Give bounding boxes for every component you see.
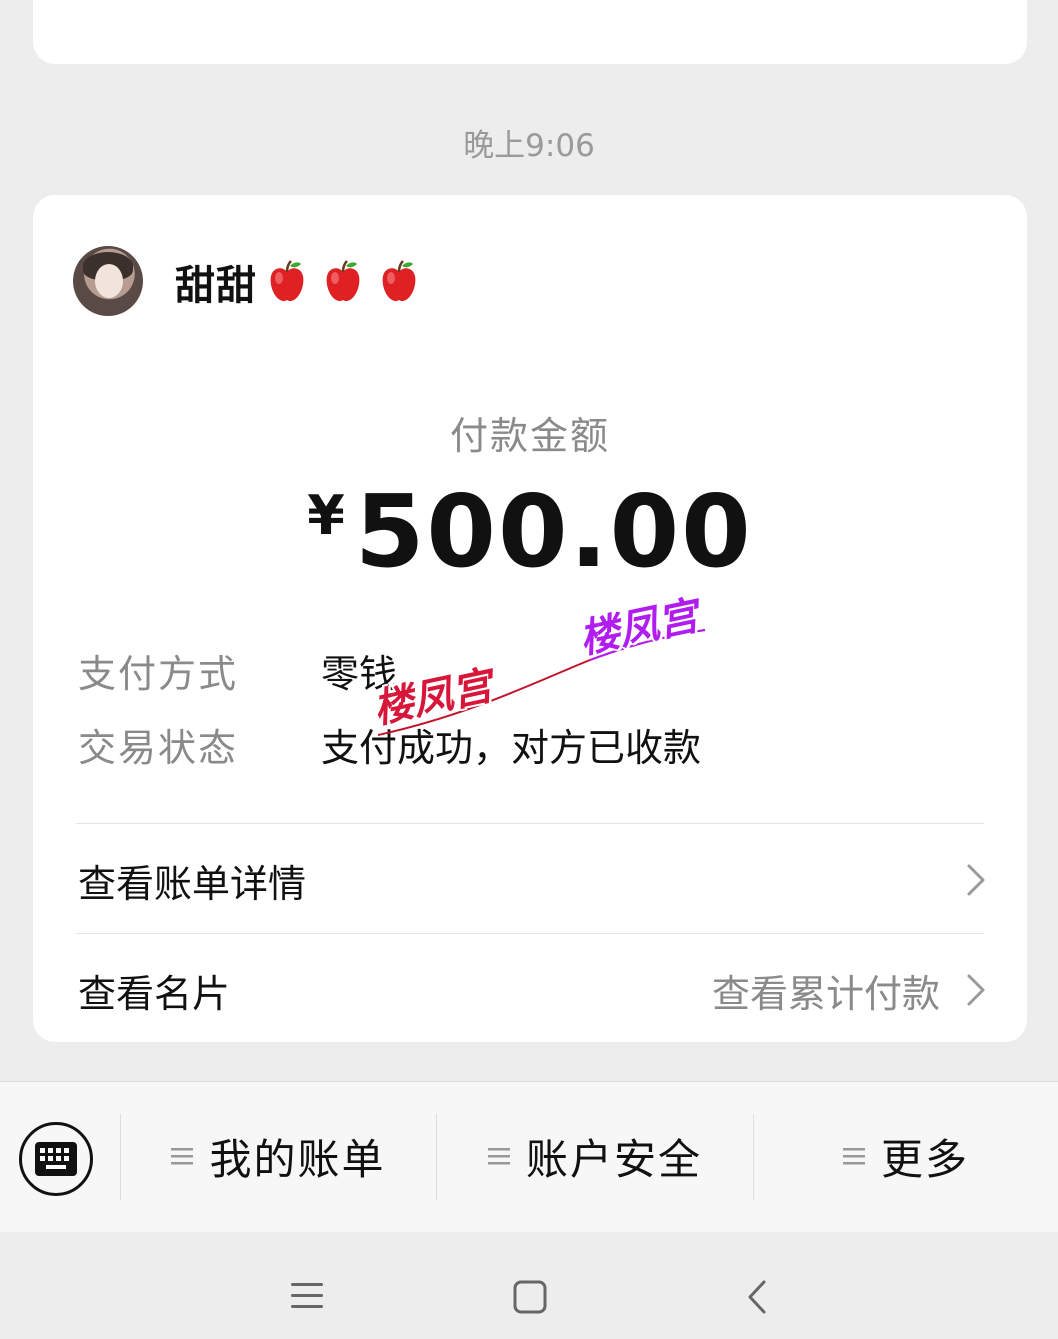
payment-method-row: 支付方式 零钱: [78, 643, 397, 698]
menu-my-bills[interactable]: 我的账单: [121, 1124, 436, 1188]
payment-amount-label: 付款金额: [449, 414, 610, 458]
amount-value: 500.00: [354, 473, 753, 590]
payment-amount: ¥500.00: [33, 473, 1027, 590]
back-icon[interactable]: [746, 1280, 768, 1314]
emoji-group: [263, 258, 423, 306]
currency-symbol: ¥: [307, 484, 345, 547]
keyboard-toggle-button[interactable]: [19, 1122, 93, 1196]
menu-account-security[interactable]: 账户安全: [437, 1124, 753, 1188]
view-card-row[interactable]: 查看名片 查看累计付款: [78, 960, 986, 1020]
keyboard-icon: [35, 1142, 77, 1176]
payer-name-row: 甜甜: [175, 253, 423, 311]
view-total-payments[interactable]: 查看累计付款: [712, 963, 986, 1018]
transaction-status-label: 交易状态: [78, 726, 239, 770]
payment-method-label: 支付方式: [78, 652, 239, 696]
message-timestamp: 晚上9:06: [463, 128, 595, 164]
home-square-icon[interactable]: [513, 1280, 547, 1314]
previous-message-card: [33, 0, 1027, 64]
view-card-label: 查看名片: [78, 971, 231, 1016]
menu-icon[interactable]: [291, 1280, 323, 1312]
chevron-right-icon: [967, 864, 985, 896]
service-menu-bar: 我的账单 账户安全 更多: [0, 1081, 1058, 1233]
view-bill-details-label: 查看账单详情: [78, 861, 307, 906]
apple-icon: [326, 260, 360, 302]
view-total-payments-label: 查看累计付款: [711, 971, 940, 1016]
system-nav-bar: [0, 1232, 1058, 1339]
apple-icon: [382, 260, 416, 302]
menu-more[interactable]: 更多: [754, 1124, 1058, 1188]
menu-lines-icon: [842, 1148, 865, 1165]
payment-card[interactable]: 甜甜 付款金额 ¥500.00 支付方式 零钱 交易状态 支付成功，对方已收款 …: [33, 195, 1027, 1042]
chevron-right-icon: [967, 974, 985, 1006]
menu-lines-icon: [487, 1148, 510, 1165]
menu-account-security-label: 账户安全: [525, 1134, 702, 1184]
view-bill-details-row[interactable]: 查看账单详情: [78, 850, 986, 910]
divider: [76, 823, 984, 824]
divider: [76, 933, 984, 934]
avatar[interactable]: [73, 246, 143, 316]
menu-lines-icon: [171, 1148, 194, 1165]
menu-my-bills-label: 我的账单: [209, 1134, 386, 1184]
payer-name: 甜甜: [175, 263, 257, 309]
menu-more-label: 更多: [880, 1134, 969, 1184]
apple-icon: [270, 260, 304, 302]
